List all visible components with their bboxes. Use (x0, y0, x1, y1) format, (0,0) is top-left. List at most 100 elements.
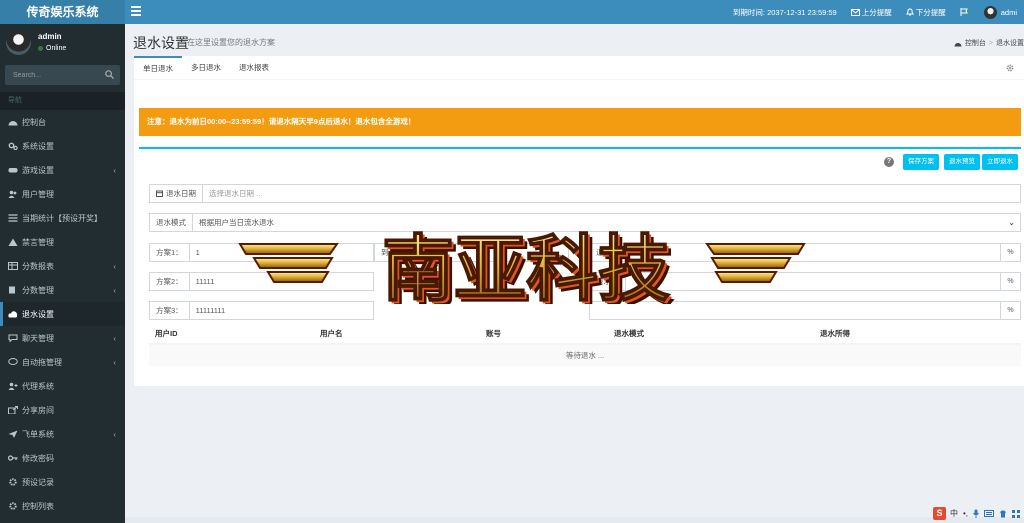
sidebar-item-label: 飞单系统 (22, 429, 54, 439)
sidebar-item-label: 禁言管理 (22, 237, 54, 247)
breadcrumb-current: 退水设置 (996, 40, 1024, 47)
sidebar-item-4[interactable]: 当期统计【预设开奖】 (0, 206, 125, 230)
ime-toolbar[interactable]: S 中 •, (932, 507, 1020, 520)
plan1-percent-unit: % (1000, 244, 1020, 261)
sidebar-item-3[interactable]: 用户管理 (0, 182, 125, 206)
sidebar-search (5, 65, 120, 85)
tab-multi-day[interactable]: 多日退水 (182, 56, 230, 80)
top-navbar: 传奇娱乐系统 到期时间: 2037-12-31 23:59:59 上分提醒 下分… (0, 0, 1024, 24)
key-icon (8, 455, 18, 461)
sidebar-item-7[interactable]: 分数管理 ‹ (0, 278, 125, 302)
sidebar-item-label: 分享房间 (22, 405, 54, 415)
rebate-table: 用户ID 用户名 账号 退水模式 退水所得 等待退水 ... (149, 324, 1021, 366)
ime-punct-toggle[interactable]: •, (963, 509, 968, 518)
warning-alert: 注意：退水为前日00:00--23:59:59！请退水隔天早9点后退水！退水包含… (139, 108, 1021, 136)
keyboard-icon[interactable] (984, 510, 994, 517)
sidebar-item-9[interactable]: 聊天管理 ‹ (0, 326, 125, 350)
plan3-from-input[interactable]: 11111111 (190, 302, 373, 319)
sidebar-item-label: 用户管理 (22, 189, 54, 199)
files-icon (9, 286, 15, 294)
microphone-icon[interactable] (973, 509, 979, 518)
dashboard-icon (954, 42, 962, 46)
date-field: 退水日期 选择退水日期 ... (149, 184, 1021, 203)
sidebar-item-15[interactable]: 预设记录 (0, 470, 125, 494)
upscore-alert[interactable]: 上分提醒 (844, 0, 899, 24)
sidebar-item-13[interactable]: 飞单系统 ‹ (0, 422, 125, 446)
upscore-label: 上分提醒 (861, 7, 892, 17)
sidebar: admin Online 导航 控制台系统设置游戏设置 ‹ 用户管理当期统计【预设开… (0, 24, 125, 523)
sidebar-item-6[interactable]: 分数报表 ‹ (0, 254, 125, 278)
sidebar-item-1[interactable]: 系统设置 (0, 134, 125, 158)
sidebar-item-label: 自动拖管理 (22, 357, 62, 367)
search-input[interactable] (5, 65, 100, 85)
save-plan-button[interactable]: 保存方案 (903, 154, 939, 170)
gamepad-icon (8, 168, 18, 173)
sidebar-item-11[interactable]: 代理系统 (0, 374, 125, 398)
sidebar-item-16[interactable]: 控制列表 (0, 494, 125, 518)
search-icon[interactable] (105, 70, 114, 79)
users-icon (8, 190, 17, 198)
sidebar-item-label: 当期统计【预设开奖】 (22, 213, 102, 223)
settings-box: 单日退水 多日退水 退水报表 注意：退水为前日00:00--23:59:59！请… (134, 56, 1024, 386)
sidebar-item-10[interactable]: 自动拖管理 ‹ (0, 350, 125, 374)
sidebar-item-0[interactable]: 控制台 (0, 110, 125, 134)
gear-icon[interactable] (1006, 64, 1014, 72)
cog-icon (9, 502, 17, 510)
breadcrumb-home[interactable]: 控制台 (965, 38, 986, 48)
dashboard-icon (8, 121, 18, 126)
cogs-icon (8, 142, 18, 150)
plane-icon (8, 430, 18, 438)
preview-button[interactable]: 退水预览 (944, 154, 980, 170)
menu-grid-icon[interactable] (1012, 509, 1020, 518)
tab-single-day[interactable]: 单日退水 (134, 56, 182, 80)
user-plus-icon (8, 382, 18, 390)
col-mode[interactable]: 退水模式 (608, 324, 814, 345)
mode-label: 退水模式 (150, 214, 193, 231)
col-account[interactable]: 账号 (480, 324, 608, 345)
sidebar-item-label: 代理系统 (22, 381, 54, 391)
chevron-left-icon: ‹ (113, 430, 116, 439)
user-menu[interactable]: admi (977, 0, 1024, 24)
downscore-label: 下分提醒 (915, 7, 946, 17)
col-user-id[interactable]: 用户ID (149, 324, 314, 345)
tab-report[interactable]: 退水报表 (230, 56, 278, 80)
plan3-label: 方案3： (150, 302, 190, 319)
chevron-left-icon: ‹ (113, 358, 116, 367)
col-rebate[interactable]: 退水所得 (814, 324, 1021, 345)
sogou-ime-icon[interactable]: S (932, 507, 946, 520)
sidebar-item-2[interactable]: 游戏设置 ‹ (0, 158, 125, 182)
help-icon[interactable]: ? (884, 157, 894, 167)
col-username[interactable]: 用户名 (314, 324, 480, 345)
sidebar-item-label: 预设记录 (22, 477, 54, 487)
sidebar-item-label: 聊天管理 (22, 333, 54, 343)
page-title: 退水设置 (133, 35, 189, 51)
sidebar-item-label: 控制台 (22, 117, 46, 127)
table-row: 等待退水 ... (149, 343, 1021, 366)
chevron-down-icon[interactable]: ⌄ (1008, 214, 1020, 231)
downscore-alert[interactable]: 下分提醒 (899, 0, 953, 24)
sidebar-item-label: 分数报表 (22, 261, 54, 271)
sidebar-header: 导航 (0, 92, 125, 110)
sidebar-toggle-icon[interactable] (131, 6, 141, 16)
rebate-now-button[interactable]: 立即退水 (982, 154, 1018, 170)
sidebar-item-label: 游戏设置 (22, 165, 54, 175)
bell-icon (905, 8, 914, 16)
app-logo[interactable]: 传奇娱乐系统 (0, 0, 125, 24)
date-label: 退水日期 (150, 185, 203, 202)
date-input[interactable]: 选择退水日期 ... (203, 185, 1020, 202)
sidebar-item-label: 控制列表 (22, 501, 54, 511)
page-subtitle: 在这里设置您的退水方案 (187, 38, 275, 47)
sidebar-item-8[interactable]: 退水设置 (0, 302, 125, 326)
skin-icon[interactable] (999, 510, 1007, 518)
flag-button[interactable] (953, 0, 977, 24)
sidebar-item-12[interactable]: 分享房间 (0, 398, 125, 422)
svg-text:南亚科技: 南亚科技 (382, 227, 670, 304)
plan3-pct-input[interactable] (590, 302, 1000, 319)
sidebar-item-14[interactable]: 修改密码 (0, 446, 125, 470)
ime-lang-toggle[interactable]: 中 (950, 508, 958, 519)
sidebar-item-5[interactable]: 禁言管理 (0, 230, 125, 254)
comment-icon (8, 358, 18, 365)
tab-bar: 单日退水 多日退水 退水报表 (134, 56, 1024, 80)
calendar-icon (156, 190, 163, 197)
cog-icon (9, 478, 17, 486)
